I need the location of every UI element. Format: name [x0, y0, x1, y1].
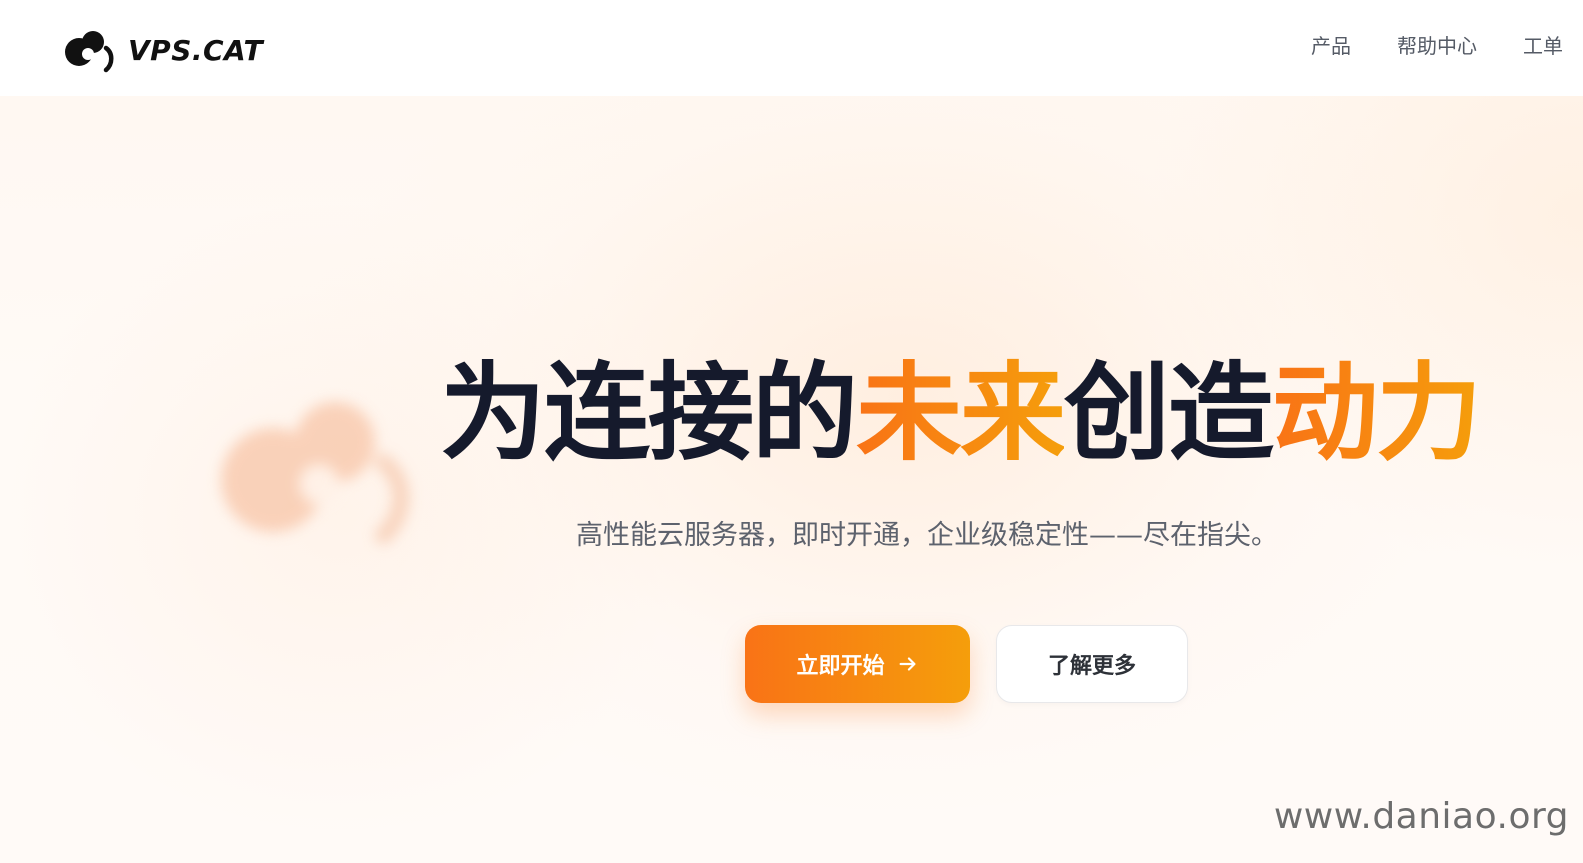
headline-part-1: 为连接的 [440, 352, 858, 475]
headline-part-2: 未来 [856, 352, 1066, 475]
arrow-right-icon [899, 657, 916, 671]
main-nav: 产品 帮助中心 工单 [1311, 30, 1563, 59]
headline-part-4: 动力 [1272, 352, 1482, 475]
nav-item-help-center[interactable]: 帮助中心 [1397, 30, 1477, 59]
get-started-label: 立即开始 [796, 654, 885, 679]
headline-part-3: 创造 [1064, 352, 1274, 475]
logo-text: VPS.CAT [128, 33, 264, 67]
nav-item-products[interactable]: 产品 [1311, 30, 1351, 59]
site-header: VPS.CAT 产品 帮助中心 工单 [0, 0, 1583, 96]
page: VPS.CAT 产品 帮助中心 工单 为连接的未来创造动力 高性能云服务器，即时… [0, 0, 1583, 863]
learn-more-button[interactable]: 了解更多 [996, 625, 1188, 703]
background-logo-icon [221, 402, 409, 544]
cat-cloud-logo-icon [65, 31, 114, 73]
cta-button-group: 立即开始 了解更多 [745, 625, 1188, 703]
learn-more-label: 了解更多 [1047, 654, 1136, 679]
nav-item-tickets[interactable]: 工单 [1523, 30, 1563, 59]
logo-link[interactable]: VPS.CAT [62, 24, 263, 76]
hero-headline: 为连接的未来创造动力 [440, 346, 1520, 482]
hero-section: 为连接的未来创造动力 高性能云服务器，即时开通，企业级稳定性——尽在指尖。 立即… [0, 96, 1583, 863]
hero-subtitle: 高性能云服务器，即时开通，企业级稳定性——尽在指尖。 [576, 520, 1278, 551]
site-watermark: www.daniao.org [1273, 796, 1569, 837]
get-started-button[interactable]: 立即开始 [745, 625, 970, 703]
